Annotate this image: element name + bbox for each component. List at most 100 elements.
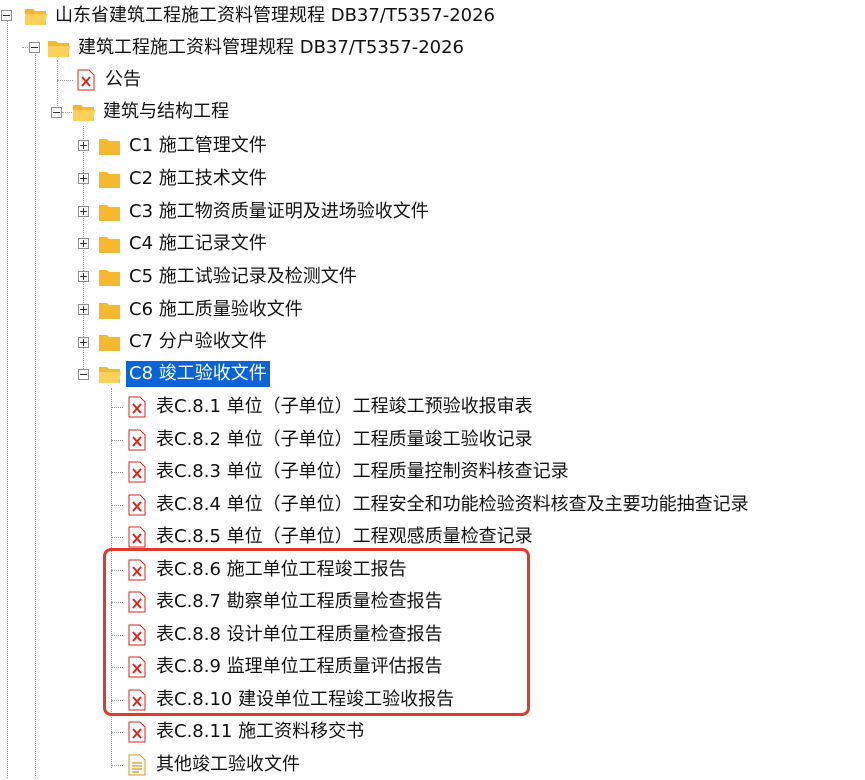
- tree-file-c8-12[interactable]: 其他竣工验收文件: [125, 750, 303, 780]
- tree-node-label: 表C.8.4 单位（子单位）工程安全和功能检验资料核查及主要功能抽查记录: [156, 493, 749, 515]
- folder-open-icon: [72, 101, 96, 123]
- tree-node-notice[interactable]: 公告: [74, 65, 144, 95]
- tree-node-label: C6 施工质量验收文件: [129, 299, 303, 320]
- pdf-file-icon: [125, 721, 149, 743]
- tree-folder-c7[interactable]: C7 分户验收文件: [98, 327, 270, 357]
- tree-node-standard[interactable]: 建筑工程施工资料管理规程 DB37/T5357-2026: [47, 33, 467, 63]
- tree-file-c8-3[interactable]: 表C.8.3 单位（子单位）工程质量控制资料核查记录: [125, 457, 572, 487]
- tree-node-label: C7 分户验收文件: [129, 331, 267, 352]
- pdf-file-icon: [125, 689, 149, 711]
- pdf-file-icon: [125, 526, 149, 548]
- folder-icon: [98, 135, 122, 157]
- pdf-file-icon: [125, 461, 149, 483]
- tree-node-label: 表C.8.6 施工单位工程竣工报告: [156, 558, 407, 580]
- tree-node-label: 表C.8.5 单位（子单位）工程观感质量检查记录: [156, 526, 533, 547]
- tree-file-c8-11[interactable]: 表C.8.11 施工资料移交书: [125, 717, 367, 747]
- c5-expand-toggle[interactable]: [78, 271, 89, 282]
- tree-node-label: 表C.8.2 单位（子单位）工程质量竣工验收记录: [156, 428, 533, 450]
- tree-node-label: C3 施工物资质量证明及进场验收文件: [129, 201, 429, 222]
- tree-file-c8-7[interactable]: 表C.8.7 勘察单位工程质量检查报告: [125, 587, 446, 617]
- tree-node-label: 表C.8.10 建设单位工程竣工验收报告: [156, 688, 455, 710]
- tree-branch-notice: [57, 80, 73, 81]
- tree-branch-c8-item: [111, 569, 123, 571]
- tree-file-c8-4[interactable]: 表C.8.4 单位（子单位）工程安全和功能检验资料核查及主要功能抽查记录: [125, 490, 752, 520]
- tree-folder-c4[interactable]: C4 施工记录文件: [98, 229, 270, 259]
- pdf-file-icon: [125, 429, 149, 451]
- tree-folder-c6[interactable]: C6 施工质量验收文件: [98, 295, 306, 325]
- tree-line-root: [7, 20, 8, 778]
- tree-file-c8-8[interactable]: 表C.8.8 设计单位工程质量检查报告: [125, 620, 446, 650]
- pdf-file-icon: [125, 591, 149, 613]
- tree-folder-c2[interactable]: C2 施工技术文件: [98, 164, 270, 194]
- c7-expand-toggle[interactable]: [78, 337, 89, 348]
- c1-expand-toggle[interactable]: [78, 140, 89, 151]
- tree-folder-c1[interactable]: C1 施工管理文件: [98, 131, 270, 161]
- tree-node-label: 表C.8.9 监理单位工程质量评估报告: [156, 656, 443, 677]
- tree-node-label: C5 施工试验记录及检测文件: [129, 266, 357, 287]
- c8-collapse-toggle[interactable]: [78, 369, 89, 380]
- text-file-icon: [125, 754, 149, 776]
- tree-file-c8-5[interactable]: 表C.8.5 单位（子单位）工程观感质量检查记录: [125, 522, 536, 552]
- tree-file-c8-9[interactable]: 表C.8.9 监理单位工程质量评估报告: [125, 652, 446, 682]
- tree-node-label: 表C.8.3 单位（子单位）工程质量控制资料核查记录: [156, 461, 569, 482]
- tree-node-root[interactable]: 山东省建筑工程施工资料管理规程 DB37/T5357-2026: [24, 1, 498, 31]
- tree-node-label: 建筑与结构工程: [103, 101, 229, 122]
- root-collapse-toggle[interactable]: [1, 10, 12, 21]
- tree-node-label-selected: C8 竣工验收文件: [126, 361, 270, 387]
- tree-branch-c8-item: [111, 439, 123, 441]
- tree-file-c8-10[interactable]: 表C.8.10 建设单位工程竣工验收报告: [125, 685, 457, 715]
- tree-line-standard: [35, 54, 36, 778]
- tree-branch-c8-item: [111, 732, 123, 733]
- tree-folder-c3[interactable]: C3 施工物资质量证明及进场验收文件: [98, 197, 432, 227]
- tree-file-c8-2[interactable]: 表C.8.2 单位（子单位）工程质量竣工验收记录: [125, 425, 536, 455]
- tree-node-label: 表C.8.11 施工资料移交书: [156, 721, 365, 742]
- folder-open-icon: [24, 5, 48, 27]
- tree-node-label: 山东省建筑工程施工资料管理规程 DB37/T5357-2026: [55, 5, 496, 26]
- tree-branch-c8-item: [111, 472, 123, 473]
- folder-icon: [98, 168, 122, 190]
- tree-folder-c5[interactable]: C5 施工试验记录及检测文件: [98, 262, 360, 292]
- folder-icon: [98, 266, 122, 288]
- pdf-file-icon: [74, 69, 98, 91]
- tree-node-label: 建筑工程施工资料管理规程 DB37/T5357-2026: [78, 37, 465, 58]
- tree-branch-category: [62, 112, 72, 113]
- c2-expand-toggle[interactable]: [78, 173, 89, 184]
- tree-branch-c8-item: [111, 634, 123, 636]
- c4-expand-toggle[interactable]: [78, 238, 89, 249]
- folder-icon: [98, 331, 122, 353]
- tree-file-c8-6[interactable]: 表C.8.6 施工单位工程竣工报告: [125, 555, 410, 585]
- tree-branch-c8-item: [111, 407, 123, 408]
- tree-file-c8-1[interactable]: 表C.8.1 单位（子单位）工程竣工预验收报审表: [125, 392, 536, 422]
- folder-open-icon: [98, 363, 122, 385]
- category-collapse-toggle[interactable]: [51, 107, 62, 118]
- folder-icon: [98, 233, 122, 255]
- tree-branch-c8-item: [111, 699, 123, 701]
- tree-node-label: 其他竣工验收文件: [156, 753, 300, 775]
- tree-node-label: 表C.8.8 设计单位工程质量检查报告: [156, 623, 443, 645]
- pdf-file-icon: [125, 656, 149, 678]
- tree-node-label: C1 施工管理文件: [129, 135, 267, 156]
- tree-node-label: 表C.8.1 单位（子单位）工程竣工预验收报审表: [156, 396, 533, 417]
- tree-node-label: 公告: [105, 69, 141, 90]
- pdf-file-icon: [125, 396, 149, 418]
- tree-node-category[interactable]: 建筑与结构工程: [72, 97, 232, 127]
- tree-node-label: C4 施工记录文件: [129, 233, 267, 254]
- tree-line-c8: [111, 388, 112, 768]
- standard-collapse-toggle[interactable]: [29, 42, 40, 53]
- tree-branch-c8-item: [111, 764, 123, 766]
- tree-node-label: C2 施工技术文件: [129, 168, 267, 189]
- pdf-file-icon: [125, 494, 149, 516]
- tree-branch-c8-item: [111, 504, 123, 506]
- tree-branch-c8-item: [111, 602, 123, 603]
- folder-icon: [98, 299, 122, 321]
- c3-expand-toggle[interactable]: [78, 206, 89, 217]
- c6-expand-toggle[interactable]: [78, 304, 89, 315]
- tree-node-label: 表C.8.7 勘察单位工程质量检查报告: [156, 591, 443, 612]
- folder-open-icon: [47, 37, 71, 59]
- tree-folder-c8[interactable]: C8 竣工验收文件: [98, 359, 270, 389]
- pdf-file-icon: [125, 559, 149, 581]
- tree-branch-c8-item: [111, 667, 123, 668]
- tree-branch-c8-item: [111, 537, 123, 538]
- folder-icon: [98, 201, 122, 223]
- pdf-file-icon: [125, 624, 149, 646]
